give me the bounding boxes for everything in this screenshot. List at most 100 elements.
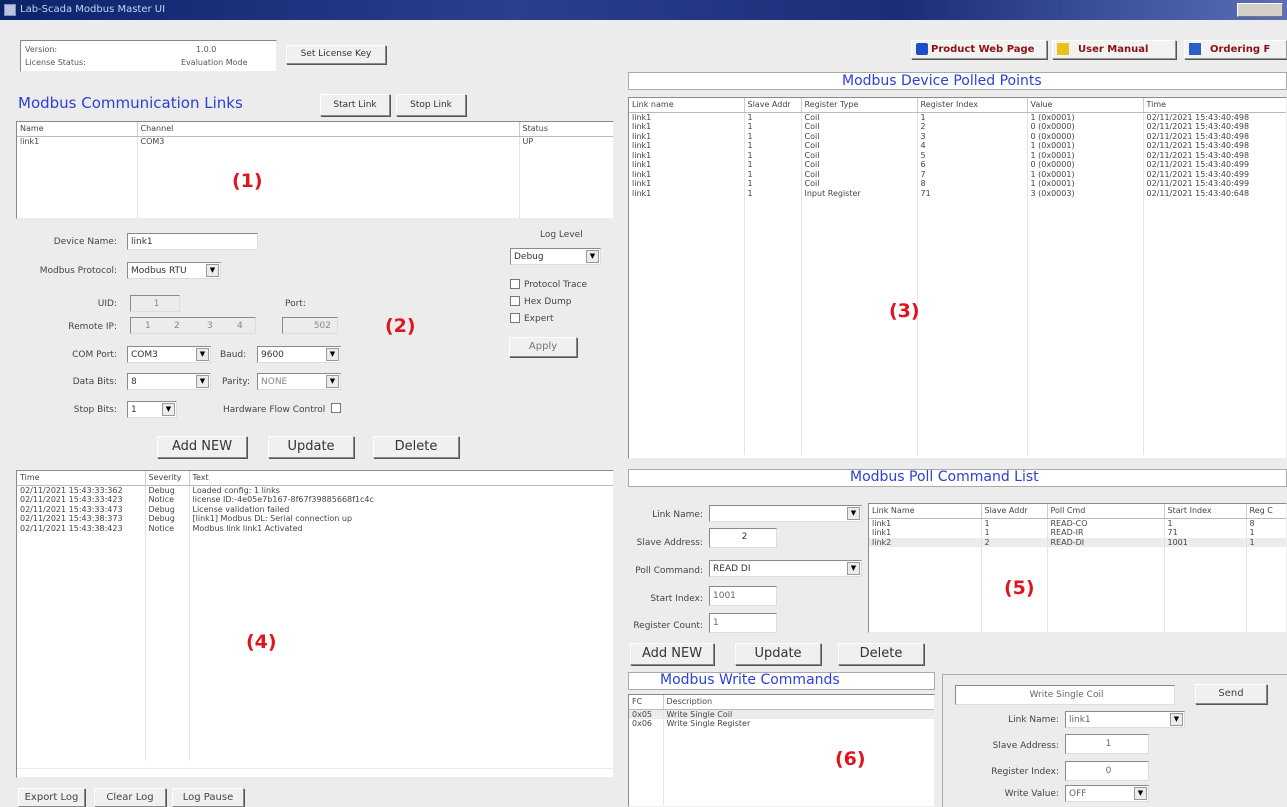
poll-delete-button[interactable]: Delete	[838, 643, 924, 665]
polled-table-cell	[629, 293, 745, 303]
log-table-row[interactable]: 02/11/2021 15:43:33:362 Debug Loaded confi…	[17, 485, 613, 495]
write-slave-input[interactable]: 1	[1065, 734, 1149, 754]
log-pause-button[interactable]: Log Pause	[172, 788, 244, 807]
send-button[interactable]: Send	[1195, 684, 1267, 704]
log-table-row[interactable]: 02/11/2021 15:43:38:423 Notice Modbus link…	[17, 523, 613, 533]
data-bits-select[interactable]: 8 ▼	[127, 373, 211, 390]
marker-4: (4)	[246, 631, 277, 653]
poll-cmd-table-column-header[interactable]: Reg C	[1246, 504, 1286, 519]
clear-log-button[interactable]: Clear Log	[94, 788, 166, 807]
baud-select[interactable]: 9600 ▼	[257, 346, 341, 363]
polled-table-row[interactable]: link1 1 Coil 7 1 (0x0001) 02/11/2021 15:43:40…	[629, 169, 1286, 179]
polled-table-row[interactable]: link1 1 Coil 5 1 (0x0001) 02/11/2021 15:43:40…	[629, 150, 1286, 160]
polled-table-row[interactable]: link1 1 Input Register 71 3 (0x0003) 02/11/20…	[629, 188, 1286, 198]
write-cmd-table-column-header[interactable]: Description	[663, 695, 934, 710]
poll-update-button[interactable]: Update	[735, 643, 821, 665]
com-port-select[interactable]: COM3 ▼	[127, 346, 211, 363]
poll-command-select[interactable]: READ DI ▼	[709, 560, 862, 577]
log-table-column-header[interactable]: Text	[189, 471, 613, 486]
poll-add-new-button[interactable]: Add NEW	[630, 643, 714, 665]
set-license-button[interactable]: Set License Key	[286, 45, 386, 64]
poll-cmd-table-row[interactable]: link2 2 READ-DI 1001 1	[869, 537, 1286, 547]
log-table-row[interactable]: 02/11/2021 15:43:33:423 Notice license ID:…	[17, 495, 613, 505]
log-table-column-header[interactable]: Time	[17, 471, 146, 486]
polled-table-row[interactable]: link1 1 Coil 3 0 (0x0000) 02/11/2021 15:43:40…	[629, 131, 1286, 141]
poll-cmd-table-row[interactable]: link1 1 READ-IR 71 1	[869, 528, 1286, 538]
poll-cmd-table-column-header[interactable]: Start Index	[1164, 504, 1247, 519]
polled-table-row	[629, 331, 1286, 341]
device-add-new-button[interactable]: Add NEW	[157, 436, 247, 458]
modbus-protocol-select[interactable]: Modbus RTU ▼	[127, 262, 221, 279]
polled-table-cell	[1143, 312, 1286, 322]
polled-table-cell	[744, 293, 802, 303]
log-table-row[interactable]: 02/11/2021 15:43:33:473 Debug License vali…	[17, 504, 613, 514]
polled-table-cell: 1 (0x0001)	[1027, 169, 1144, 179]
polled-table-column-header[interactable]: Value	[1027, 98, 1144, 113]
ordering-button[interactable]: Ordering F	[1184, 40, 1287, 59]
user-manual-button[interactable]: User Manual	[1052, 40, 1176, 59]
write-link-name-select[interactable]: link1 ▼	[1065, 711, 1185, 728]
protocol-trace-checkbox[interactable]	[510, 279, 520, 289]
product-web-page-button[interactable]: Product Web Page	[911, 40, 1047, 59]
hw-flow-checkbox[interactable]	[331, 403, 341, 413]
write-cmd-table-row[interactable]: 0x06 Write Single Register	[629, 719, 934, 729]
log-table-cell	[17, 580, 146, 590]
device-delete-button[interactable]: Delete	[373, 436, 459, 458]
polled-table-cell	[917, 321, 1028, 331]
write-value-select[interactable]: OFF ▼	[1065, 785, 1149, 802]
links-table-cell	[519, 212, 613, 218]
start-link-button[interactable]: Start Link	[320, 94, 390, 116]
start-index-input[interactable]: 1001	[709, 586, 777, 606]
polled-table-column-header[interactable]: Register Index	[917, 98, 1028, 113]
register-index-input[interactable]: 0	[1065, 761, 1149, 781]
links-table-column-header[interactable]: Name	[17, 122, 138, 137]
polled-table-cell	[1027, 388, 1144, 398]
polled-table-row[interactable]: link1 1 Coil 6 0 (0x0000) 02/11/2021 15:43:40…	[629, 160, 1286, 170]
apply-button[interactable]: Apply	[509, 337, 577, 357]
polled-table-row[interactable]: link1 1 Coil 4 1 (0x0001) 02/11/2021 15:43:40…	[629, 141, 1286, 151]
poll-cmd-table-column-header[interactable]: Poll Cmd	[1047, 504, 1165, 519]
device-update-button[interactable]: Update	[268, 436, 354, 458]
window-controls[interactable]	[1237, 3, 1283, 17]
poll-link-name-select[interactable]: ▼	[709, 505, 862, 522]
stop-bits-select[interactable]: 1 ▼	[127, 401, 177, 418]
expert-checkbox[interactable]	[510, 313, 520, 323]
poll-slave-input[interactable]: 2	[709, 528, 777, 548]
polled-table-cell	[1027, 245, 1144, 255]
export-log-button[interactable]: Export Log	[18, 788, 85, 807]
links-table-row	[17, 165, 613, 175]
poll-cmd-table-row[interactable]: link1 1 READ-CO 1 8	[869, 518, 1286, 528]
polled-table-row[interactable]: link1 1 Coil 2 0 (0x0000) 02/11/2021 15:43:40…	[629, 122, 1286, 132]
log-level-select[interactable]: Debug ▼	[510, 248, 601, 265]
links-table-column-header[interactable]: Status	[519, 122, 613, 137]
polled-table-cell	[917, 407, 1028, 417]
polled-table-cell	[629, 445, 745, 455]
log-table-cell	[189, 694, 613, 704]
polled-table-row[interactable]: link1 1 Coil 8 1 (0x0001) 02/11/2021 15:43:40…	[629, 179, 1286, 189]
write-cmd-table-column-header[interactable]: FC	[629, 695, 664, 710]
links-table-row[interactable]: link1 COM3 UP	[17, 136, 613, 146]
polled-table-row[interactable]: link1 1 Coil 1 1 (0x0001) 02/11/2021 15:43:40…	[629, 112, 1286, 122]
polled-table-column-header[interactable]: Link name	[629, 98, 745, 113]
log-table-row[interactable]: 02/11/2021 15:43:38:373 Debug [link1] Modb…	[17, 514, 613, 524]
hex-dump-checkbox[interactable]	[510, 296, 520, 306]
poll-cmd-table-column-header[interactable]: Slave Addr	[981, 504, 1048, 519]
polled-table-column-header[interactable]: Register Type	[801, 98, 918, 113]
uid-input[interactable]: 1	[130, 295, 180, 312]
log-table-column-header[interactable]: Severity	[145, 471, 190, 486]
register-count-input[interactable]: 1	[709, 613, 777, 633]
port-input[interactable]: 502	[282, 317, 338, 334]
stop-link-button[interactable]: Stop Link	[396, 94, 466, 116]
links-table-column-header[interactable]: Channel	[137, 122, 520, 137]
write-slave-label: Slave Address:	[992, 741, 1059, 751]
remote-ip-input[interactable]: 1 2 3 4	[130, 317, 256, 334]
polled-table-column-header[interactable]: Time	[1143, 98, 1286, 113]
polled-table-cell	[1027, 378, 1144, 388]
polled-table-column-header[interactable]: Slave Addr	[744, 98, 802, 113]
parity-select[interactable]: NONE ▼	[257, 373, 341, 390]
poll-cmd-table-column-header[interactable]: Link Name	[869, 504, 982, 519]
write-cmd-table-row[interactable]: 0x05 Write Single Coil	[629, 709, 934, 719]
log-table-cell	[145, 694, 190, 704]
polled-table-cell: 1	[744, 150, 802, 160]
device-name-input[interactable]: link1	[127, 233, 258, 250]
